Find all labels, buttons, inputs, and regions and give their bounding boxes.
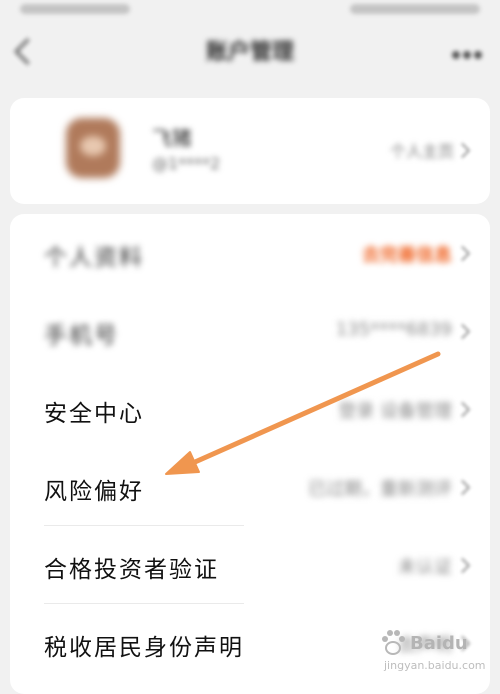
avatar (66, 118, 120, 178)
page-title: 账户管理 (205, 40, 294, 65)
chevron-right-icon (454, 479, 471, 496)
status-bar-left (20, 4, 130, 14)
paw-logo-icon (382, 630, 405, 655)
watermark-url: jingyan.baidu.com (384, 659, 486, 672)
back-arrow-icon[interactable] (14, 38, 41, 65)
profile-name: 飞猪 (152, 126, 192, 150)
more-options-icon[interactable] (452, 44, 486, 59)
top-nav: 账户管理 (0, 22, 500, 84)
settings-card: 个人资料 去完善信息 手机号 135****6839 安全中心 登录 设备管理 … (10, 214, 490, 694)
settings-row-value: 去完善信息 (362, 245, 452, 266)
chevron-right-icon (454, 245, 471, 262)
settings-row-value: 登录 设备管理 (338, 401, 452, 422)
settings-row-value: 135****6839 (335, 319, 452, 340)
settings-row-label: 个人资料 (44, 245, 144, 271)
settings-row-value: 未认证 (398, 557, 452, 578)
profile-subtitle: @1****2 (152, 154, 221, 173)
settings-row-label: 风险偏好 (44, 479, 144, 505)
settings-row-qualified-investor[interactable]: 合格投资者验证 未认证 (10, 526, 490, 604)
settings-row-profile-info[interactable]: 个人资料 去完善信息 (10, 214, 490, 292)
chevron-right-icon (454, 142, 471, 159)
chevron-right-icon (454, 557, 471, 574)
watermark-brand: Baidu (410, 633, 468, 654)
watermark: Baidu jingyan.baidu.com (374, 627, 486, 675)
settings-row-risk-preference[interactable]: 风险偏好 已过期，重新测评 (10, 448, 490, 526)
settings-row-label: 手机号 (44, 323, 119, 349)
settings-row-label: 税收居民身份声明 (44, 635, 244, 661)
profile-homepage-link[interactable]: 个人主页 (390, 138, 454, 162)
settings-row-label: 合格投资者验证 (44, 557, 219, 583)
settings-row-value: 已过期，重新测评 (308, 479, 452, 500)
settings-row-security-center[interactable]: 安全中心 登录 设备管理 (10, 370, 490, 448)
chevron-right-icon (454, 323, 471, 340)
status-bar-right (350, 4, 480, 14)
status-bar (0, 0, 500, 22)
settings-row-label: 安全中心 (44, 401, 144, 427)
settings-row-phone[interactable]: 手机号 135****6839 (10, 292, 490, 370)
chevron-right-icon (454, 401, 471, 418)
profile-card[interactable]: 飞猪 @1****2 个人主页 (10, 98, 490, 204)
